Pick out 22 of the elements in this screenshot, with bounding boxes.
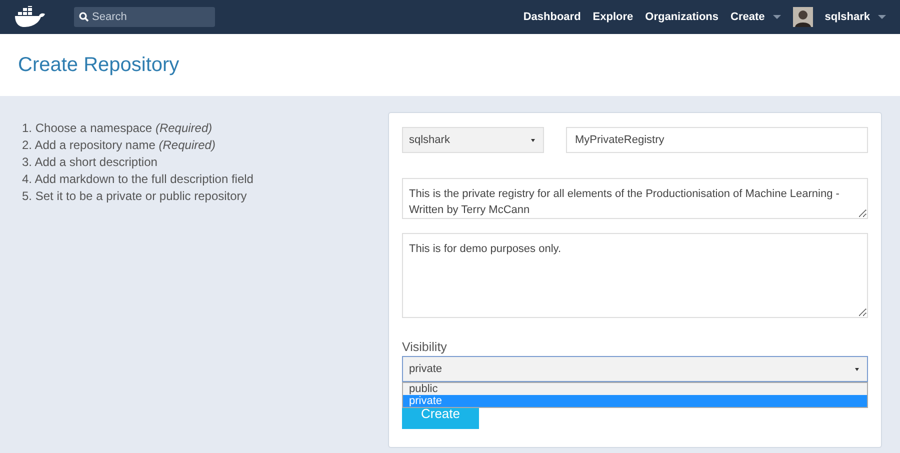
- nav-link[interactable]: Explore: [592, 11, 634, 23]
- step-text: 1. Choose a namespace (Required): [22, 120, 214, 137]
- full-description-field[interactable]: This is for demo purposes only.: [402, 233, 868, 318]
- search-icon: [79, 12, 89, 22]
- step-text: 3. Add a short description: [22, 154, 158, 171]
- user-menu[interactable]: sqlshark: [824, 11, 886, 23]
- whale-logo[interactable]: [14, 6, 46, 28]
- create-menu[interactable]: Create: [730, 11, 781, 23]
- dropdown-option[interactable]: public: [403, 383, 867, 395]
- avatar[interactable]: [792, 7, 813, 27]
- search-field[interactable]: Search: [74, 7, 215, 27]
- step-text: 2. Add a repository name (Required): [22, 137, 216, 154]
- page-title: Create Repository: [18, 54, 180, 76]
- name-field[interactable]: MyPrivateRegistry: [566, 127, 868, 153]
- short-description-field[interactable]: This is the private registry for all elements of the Productionisation of Machine Learning - Written by Terry McCann: [402, 178, 868, 219]
- step-text: 4. Add markdown to the full description field: [22, 171, 254, 188]
- visibility-select[interactable]: private: [402, 356, 868, 382]
- namespace-select[interactable]: sqlshark: [402, 127, 544, 153]
- visibility-label: Visibility: [402, 340, 448, 354]
- nav-link[interactable]: Organizations: [645, 11, 718, 23]
- step-text: 5. Set it to be a private or public repository: [22, 188, 248, 205]
- nav-link[interactable]: Dashboard: [523, 11, 581, 23]
